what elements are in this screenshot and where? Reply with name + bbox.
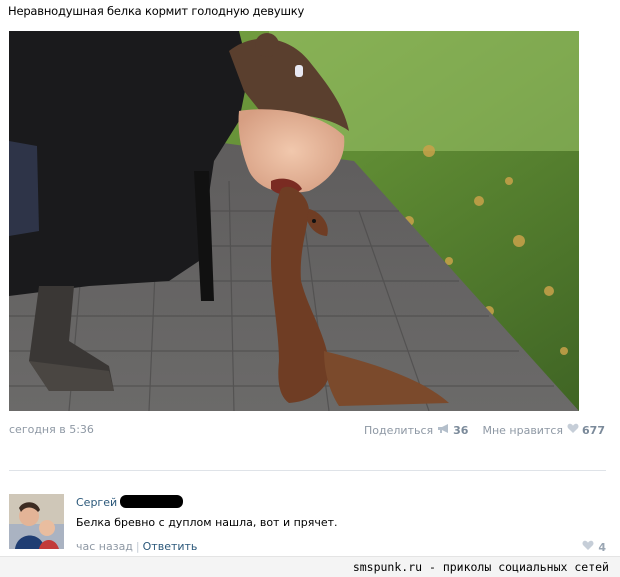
post-photo[interactable]: [9, 31, 579, 411]
comment-time[interactable]: час назад: [76, 540, 133, 553]
reply-button[interactable]: Ответить: [143, 540, 198, 553]
comment-like-button[interactable]: 4: [582, 540, 606, 554]
post-time[interactable]: сегодня в 5:36: [9, 423, 94, 436]
watermark-text: smspunk.ru - приколы социальных сетей: [352, 560, 609, 574]
separator: |: [135, 540, 140, 553]
like-button[interactable]: Мне нравится: [482, 424, 563, 437]
censor-bar: [120, 495, 183, 508]
heart-icon: [582, 540, 594, 554]
avatar[interactable]: [9, 494, 64, 549]
photo-image: [9, 31, 579, 411]
comment-meta: час назад | Ответить: [76, 540, 197, 553]
share-button[interactable]: Поделиться: [364, 424, 433, 437]
avatar-image: [9, 494, 64, 549]
post-meta: сегодня в 5:36 Поделиться 36 Мне нравитс…: [9, 423, 605, 439]
comment-like-count: 4: [598, 540, 606, 554]
comment-author[interactable]: Сергей: [76, 496, 117, 509]
post-text: Неравнодушная белка кормит голодную деву…: [8, 4, 305, 18]
comment-text: Белка бревно с дуплом нашла, вот и пряче…: [76, 516, 338, 529]
megaphone-icon[interactable]: [437, 423, 450, 437]
divider: [9, 470, 606, 471]
watermark-bar: smspunk.ru - приколы социальных сетей: [0, 556, 620, 577]
heart-icon[interactable]: [567, 423, 579, 437]
share-count: 36: [453, 423, 469, 437]
like-count: 677: [582, 423, 605, 437]
